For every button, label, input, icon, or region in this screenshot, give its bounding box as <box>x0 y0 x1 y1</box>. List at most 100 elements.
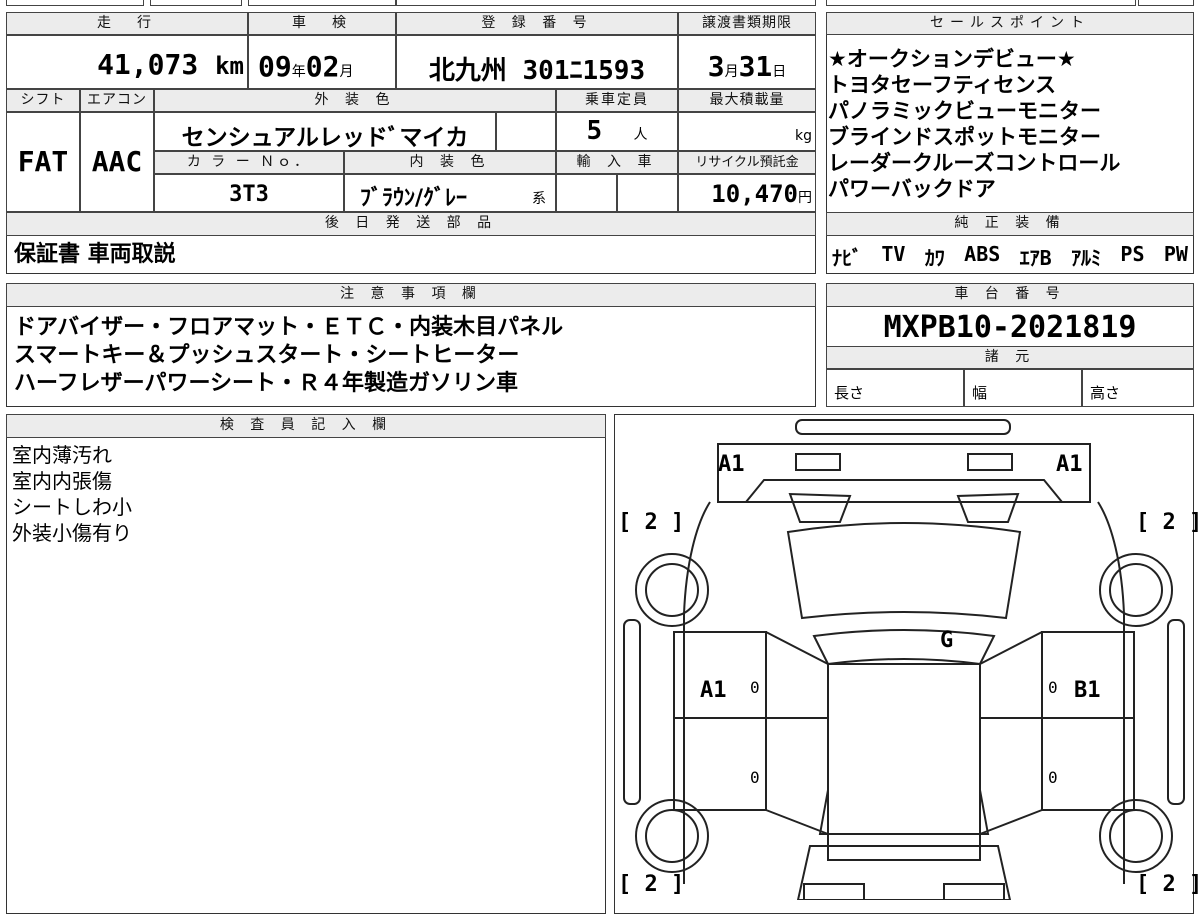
right-body-line <box>979 631 1043 835</box>
dimensions-header: 諸 元 <box>826 346 1194 369</box>
rear-hatch <box>796 845 1012 900</box>
mileage-unit: km <box>215 52 244 80</box>
right-side-panel <box>1167 619 1185 805</box>
transfer-month-unit: 月 <box>724 64 739 80</box>
sales-point-item: ブラインドスポットモニター <box>828 125 1101 149</box>
diagram-label-tire-rl: [ 2 ] <box>618 872 685 897</box>
equipment-item: ｱﾙﾐ <box>1071 246 1102 270</box>
transfer-day-unit: 日 <box>772 64 787 80</box>
inspector-lines: 室内薄汚れ 室内内張傷 シートしわ小 外装小傷有り <box>12 442 132 546</box>
notes-lines: ドアバイザー・フロアマット・ＥＴＣ・内装木目パネル スマートキー＆プッシュスター… <box>14 314 563 398</box>
inspector-line: 室内内張傷 <box>12 469 112 493</box>
capacity-number: 5 <box>586 116 603 146</box>
equipment-list: ﾅﾋﾞ TV ｶﾜ ABS ｴｱB ｱﾙﾐ PS PW <box>832 242 1188 271</box>
inspector-line: 室内薄汚れ <box>12 443 112 467</box>
interior-suffix: 系 <box>532 191 546 207</box>
notes-line: ドアバイザー・フロアマット・ＥＴＣ・内装木目パネル <box>14 315 564 340</box>
capacity-unit: 人 <box>633 127 648 143</box>
later-parts-value: 保証書 車両取説 <box>14 242 176 267</box>
sales-point-item: レーダークルーズコントロール <box>828 151 1121 175</box>
inspector-header: 検 査 員 記 入 欄 <box>6 414 606 438</box>
length-label: 長さ <box>834 384 865 402</box>
roof <box>812 629 996 666</box>
top-strip-cell-1 <box>6 0 144 6</box>
tire-rl-inner <box>645 809 699 863</box>
roof-panel <box>827 663 981 861</box>
diagram-label-zero: 0 <box>1048 678 1058 697</box>
top-strip-cell-2 <box>150 0 242 6</box>
headlight-right <box>967 453 1013 471</box>
inspector-line: 外装小傷有り <box>12 521 132 545</box>
tire-fl-inner <box>645 563 699 617</box>
equipment-item: ｶﾜ <box>924 246 945 270</box>
front-bumper <box>795 419 1011 435</box>
equipment-item: ABS <box>964 242 1001 266</box>
sales-points-header: セールスポイント <box>826 12 1194 35</box>
windshield <box>786 522 1022 620</box>
hood <box>745 479 1063 503</box>
import-cell-1 <box>556 174 617 212</box>
exterior-extra-cell <box>496 112 556 151</box>
ac-value: AAC <box>91 145 143 178</box>
notes-line: スマートキー＆プッシュスタート・シートヒーター <box>14 343 520 368</box>
capacity-value: 5 人 <box>560 116 674 146</box>
sales-point-item: ★オークションデビュー★ <box>828 47 1076 71</box>
diagram-label-tire-fl: [ 2 ] <box>618 510 685 535</box>
interior-header: 内 装 色 <box>344 151 556 174</box>
left-side-panel <box>623 619 641 805</box>
left-body-line <box>765 631 829 835</box>
height-label: 高さ <box>1090 384 1121 402</box>
top-strip-cell-4 <box>396 0 816 6</box>
rear-window <box>818 789 990 835</box>
recycle-header: リサイクル預託金 <box>678 151 816 174</box>
later-parts-header: 後 日 発 送 部 品 <box>6 212 816 236</box>
maxload-header: 最大積載量 <box>678 89 816 112</box>
recycle-value: 10,470円 <box>682 180 812 208</box>
exterior-header: 外 装 色 <box>154 89 556 112</box>
equipment-item: PS <box>1120 242 1145 266</box>
exterior-value: センシュアルレッドﾞマイカ <box>181 125 469 151</box>
left-rear-door <box>673 717 767 811</box>
diagram-label-right-front-door: B1 <box>1074 678 1101 703</box>
transfer-day: 31 <box>738 50 773 83</box>
inspection-month-unit: 月 <box>339 64 354 80</box>
left-front-door <box>673 631 767 719</box>
inspection-header: 車 検 <box>248 12 396 35</box>
shift-header: シフト <box>6 89 80 112</box>
hood-vents <box>788 492 1020 523</box>
interior-value: ﾌﾞﾗｳﾝ/ｸﾞﾚｰ <box>360 186 468 211</box>
diagram-label-windshield: G <box>940 628 954 653</box>
capacity-header: 乗車定員 <box>556 89 678 112</box>
sales-points-list: ★オークションデビュー★ トヨタセーフティセンス パノラミックビューモニター ブ… <box>828 46 1192 202</box>
diagram-label-tire-fr: [ 2 ] <box>1136 510 1200 535</box>
right-rear-door <box>1041 717 1135 811</box>
top-strip-cell-5 <box>826 0 1136 6</box>
diagram-label-front-left: A1 <box>718 452 745 477</box>
recycle-unit: 円 <box>798 190 812 206</box>
front-body <box>717 443 1091 503</box>
rear-bumper-left <box>803 883 865 900</box>
mileage-number: 41,073 <box>97 48 199 81</box>
transfer-header: 譲渡書類期限 <box>678 12 816 35</box>
notes-line: ハーフレザーパワーシート・Ｒ４年製造ガソリン車 <box>14 371 519 396</box>
maxload-unit: kg <box>795 128 812 144</box>
import-header: 輸 入 車 <box>556 151 678 174</box>
ac-header: エアコン <box>80 89 154 112</box>
tire-fr-inner <box>1109 563 1163 617</box>
equipment-header: 純 正 装 備 <box>826 212 1194 236</box>
notes-header: 注 意 事 項 欄 <box>6 283 816 307</box>
transfer-value: 3月31日 <box>682 50 812 83</box>
registration-value: 北九州 301ﾆ1593 <box>428 56 646 86</box>
recycle-number: 10,470 <box>711 180 798 208</box>
headlight-left <box>795 453 841 471</box>
mileage-value: 41,073 km <box>14 48 244 81</box>
inspection-year-unit: 年 <box>291 64 306 80</box>
equipment-item: ﾅﾋﾞ <box>832 246 862 270</box>
top-strip-cell-6 <box>1138 0 1194 6</box>
mileage-header: 走 行 <box>6 12 248 35</box>
import-cell-2 <box>617 174 678 212</box>
rear-bumper-right <box>943 883 1005 900</box>
registration-header: 登 録 番 号 <box>396 12 678 35</box>
equipment-item: PW <box>1163 242 1188 266</box>
inspection-year: 09 <box>258 50 292 83</box>
